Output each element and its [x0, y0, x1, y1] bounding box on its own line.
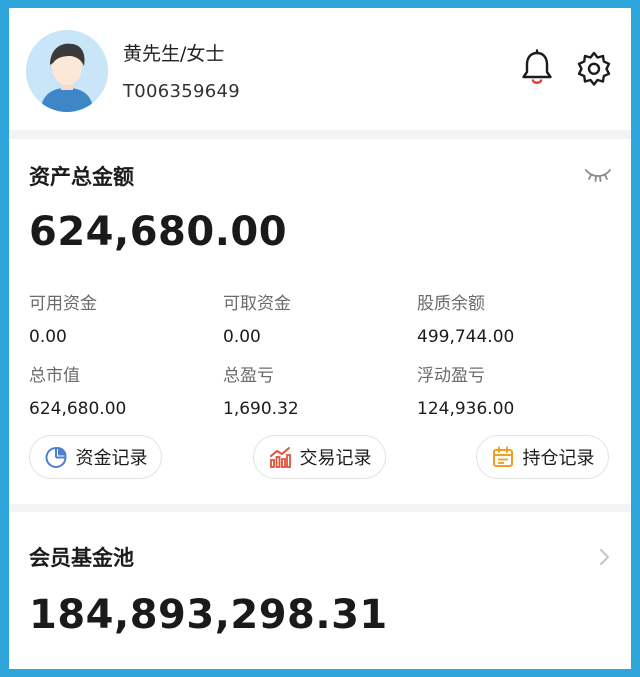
- position-records-button[interactable]: 持仓记录: [476, 435, 609, 479]
- stat-value: 0.00: [29, 327, 67, 347]
- stat-value: 124,936.00: [417, 399, 515, 419]
- chevron-right-icon[interactable]: [597, 545, 613, 569]
- stat-value: 624,680.00: [29, 399, 127, 419]
- stat-withdrawable-funds: 可取资金 0.00: [223, 289, 291, 347]
- avatar[interactable]: [26, 30, 108, 112]
- stat-value: 499,744.00: [417, 327, 515, 347]
- stat-label: 可用资金: [29, 294, 97, 314]
- pie-chart-icon: [44, 445, 68, 469]
- stat-label: 可取资金: [223, 294, 291, 314]
- profile-card: 黄先生/女士 T006359649: [9, 8, 631, 130]
- fund-records-button[interactable]: 资金记录: [29, 435, 162, 479]
- position-records-label: 持仓记录: [522, 448, 595, 469]
- bar-chart-icon: [268, 445, 292, 469]
- app-frame: 黄先生/女士 T006359649 资产总金额 624,680.00 可用资金 …: [9, 8, 631, 669]
- stat-label: 总市值: [29, 366, 80, 386]
- stat-pledge-balance: 股质余额 499,744.00: [417, 289, 514, 347]
- trade-records-label: 交易记录: [299, 448, 372, 469]
- stat-market-value: 总市值 624,680.00: [29, 361, 126, 419]
- assets-title: 资产总金额: [29, 165, 134, 189]
- trade-records-button[interactable]: 交易记录: [253, 435, 386, 479]
- eye-closed-icon[interactable]: [583, 165, 613, 185]
- stat-total-profit-loss: 总盈亏 1,690.32: [223, 361, 299, 419]
- calendar-icon: [491, 445, 515, 469]
- member-pool-amount: 184,893,298.31: [29, 592, 388, 638]
- user-name: 黄先生/女士: [123, 43, 225, 65]
- stat-label: 股质余额: [417, 294, 485, 314]
- assets-card: 资产总金额 624,680.00 可用资金 0.00 可取资金 0.00 股质余…: [9, 139, 631, 504]
- stat-label: 总盈亏: [223, 366, 274, 386]
- total-assets-amount: 624,680.00: [29, 209, 288, 255]
- stat-value: 0.00: [223, 327, 261, 347]
- stat-floating-profit-loss: 浮动盈亏 124,936.00: [417, 361, 514, 419]
- bell-icon[interactable]: [517, 48, 557, 88]
- stat-available-funds: 可用资金 0.00: [29, 289, 97, 347]
- stat-label: 浮动盈亏: [417, 366, 485, 386]
- stat-value: 1,690.32: [223, 399, 299, 419]
- member-pool-title: 会员基金池: [29, 546, 134, 570]
- account-id: T006359649: [123, 81, 241, 102]
- gear-icon[interactable]: [574, 48, 614, 88]
- fund-records-label: 资金记录: [75, 448, 148, 469]
- member-fund-pool-card[interactable]: 会员基金池 184,893,298.31: [9, 512, 631, 669]
